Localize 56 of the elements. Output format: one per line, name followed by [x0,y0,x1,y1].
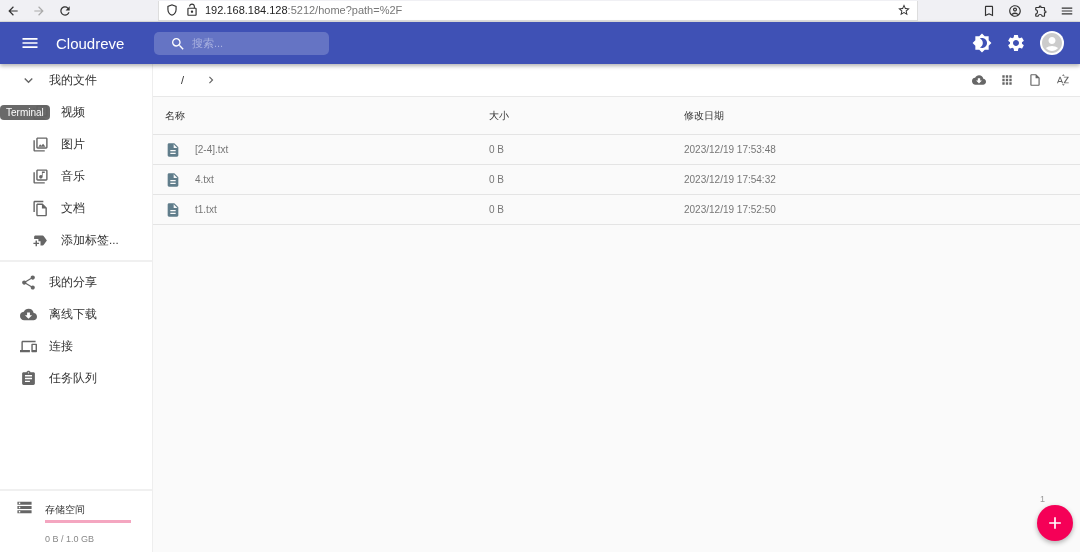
sidebar-item[interactable]: 我的分享 [49,274,97,290]
storage-icon [16,499,33,516]
document-icon [165,201,181,218]
shield-icon [165,3,179,17]
sidebar-item[interactable]: 添加标签... [61,232,119,248]
search-field[interactable]: 搜索... [154,31,329,55]
sidebar-item[interactable]: 任务队列 [49,370,97,386]
sidebar-item[interactable]: 图片 [61,136,85,152]
cloud-download-icon[interactable] [972,73,986,87]
storage-label: 存储空间 [45,504,85,515]
badge-count: 1 [1040,494,1045,504]
music-library-icon [32,167,49,185]
sidebar-item[interactable]: 连接 [49,338,73,354]
account-icon[interactable] [1008,3,1022,18]
share-icon [20,273,37,291]
modified-date: 2023/12/19 17:54:32 [684,174,777,185]
file-size: 0 B [489,174,505,185]
document-icon [165,141,181,158]
sidebar-item[interactable]: 离线下载 [49,306,97,322]
copy-icon [32,199,49,217]
document-icon [165,171,181,188]
sort-icon[interactable] [1056,73,1070,87]
file-icon[interactable] [1028,73,1042,87]
breadcrumb[interactable]: / [181,74,185,86]
modified-date: 2023/12/19 17:53:48 [684,144,777,155]
reload-icon[interactable] [58,3,72,18]
url-path: :5212/home?path=%2F [287,4,403,16]
star-icon[interactable] [897,3,911,17]
avatar-icon[interactable] [1040,31,1064,55]
grid-icon[interactable] [1000,73,1014,87]
column-header[interactable]: 名称 [165,108,489,123]
sidebar-item[interactable]: 视频 [61,104,85,120]
file-size: 0 B [489,144,505,155]
column-header[interactable]: 修改日期 [684,108,1080,123]
url-host: 192.168.184.128 [205,4,288,16]
modified-date: 2023/12/19 17:52:50 [684,204,777,215]
storage-reading: 0 B / 1.0 GB [45,534,95,544]
sidebar-item[interactable]: 我的文件 [49,72,97,88]
file-name[interactable]: 4.txt [195,174,214,185]
search-icon [170,35,186,52]
tooltip: Terminal [0,105,50,120]
sidebar-item[interactable]: 文档 [61,200,85,216]
column-header[interactable]: 大小 [489,108,684,123]
sidebar-item[interactable]: 音乐 [61,168,85,184]
settings-icon[interactable] [1006,33,1026,53]
brightness-icon[interactable] [972,33,992,53]
extension-icon[interactable] [1034,3,1048,18]
unlocked-icon [185,3,199,17]
file-name[interactable]: [2-4].txt [195,144,229,155]
app-title: Cloudreve [56,34,126,52]
file-name[interactable]: t1.txt [195,204,217,215]
photo-library-icon [32,135,49,153]
file-size: 0 B [489,204,505,215]
clipboard-icon [20,369,37,387]
address-bar[interactable]: 192.168.184.128:5212/home?path=%2F [158,0,918,21]
add-button[interactable] [1037,505,1073,541]
